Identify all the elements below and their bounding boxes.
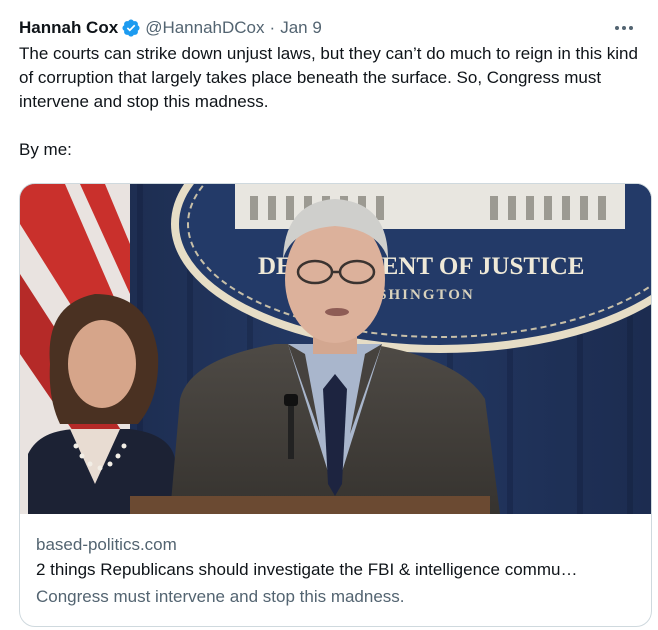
press-conference-photo: DEPARTMENT OF JUSTICE WASHINGTON <box>20 184 651 514</box>
podium <box>130 496 490 514</box>
card-domain[interactable]: based-politics.com <box>36 533 635 557</box>
verified-badge-icon <box>121 18 141 38</box>
tweet-header: Hannah Cox @HannahDCox · Jan 9 <box>19 16 640 40</box>
author-display-name[interactable]: Hannah Cox <box>19 16 118 40</box>
card-description[interactable]: Congress must intervene and stop this ma… <box>36 585 635 609</box>
author-handle[interactable]: @HannahDCox <box>145 16 264 40</box>
tweet-text: The courts can strike down unjust laws, … <box>19 42 644 162</box>
card-title[interactable]: 2 things Republicans should investigate … <box>36 558 635 582</box>
link-preview-card[interactable]: DEPARTMENT OF JUSTICE WASHINGTON based-p… <box>19 183 652 627</box>
separator-dot: · <box>269 18 276 37</box>
more-options-icon[interactable] <box>610 16 638 40</box>
card-meta: based-politics.com 2 things Republicans … <box>36 533 635 609</box>
tweet-paragraph: By me: <box>19 140 72 159</box>
tweet[interactable]: Hannah Cox @HannahDCox · Jan 9 The court… <box>0 0 658 630</box>
tweet-paragraph: The courts can strike down unjust laws, … <box>19 44 638 111</box>
tweet-timestamp[interactable]: Jan 9 <box>280 16 322 40</box>
card-image[interactable]: DEPARTMENT OF JUSTICE WASHINGTON <box>20 184 651 514</box>
